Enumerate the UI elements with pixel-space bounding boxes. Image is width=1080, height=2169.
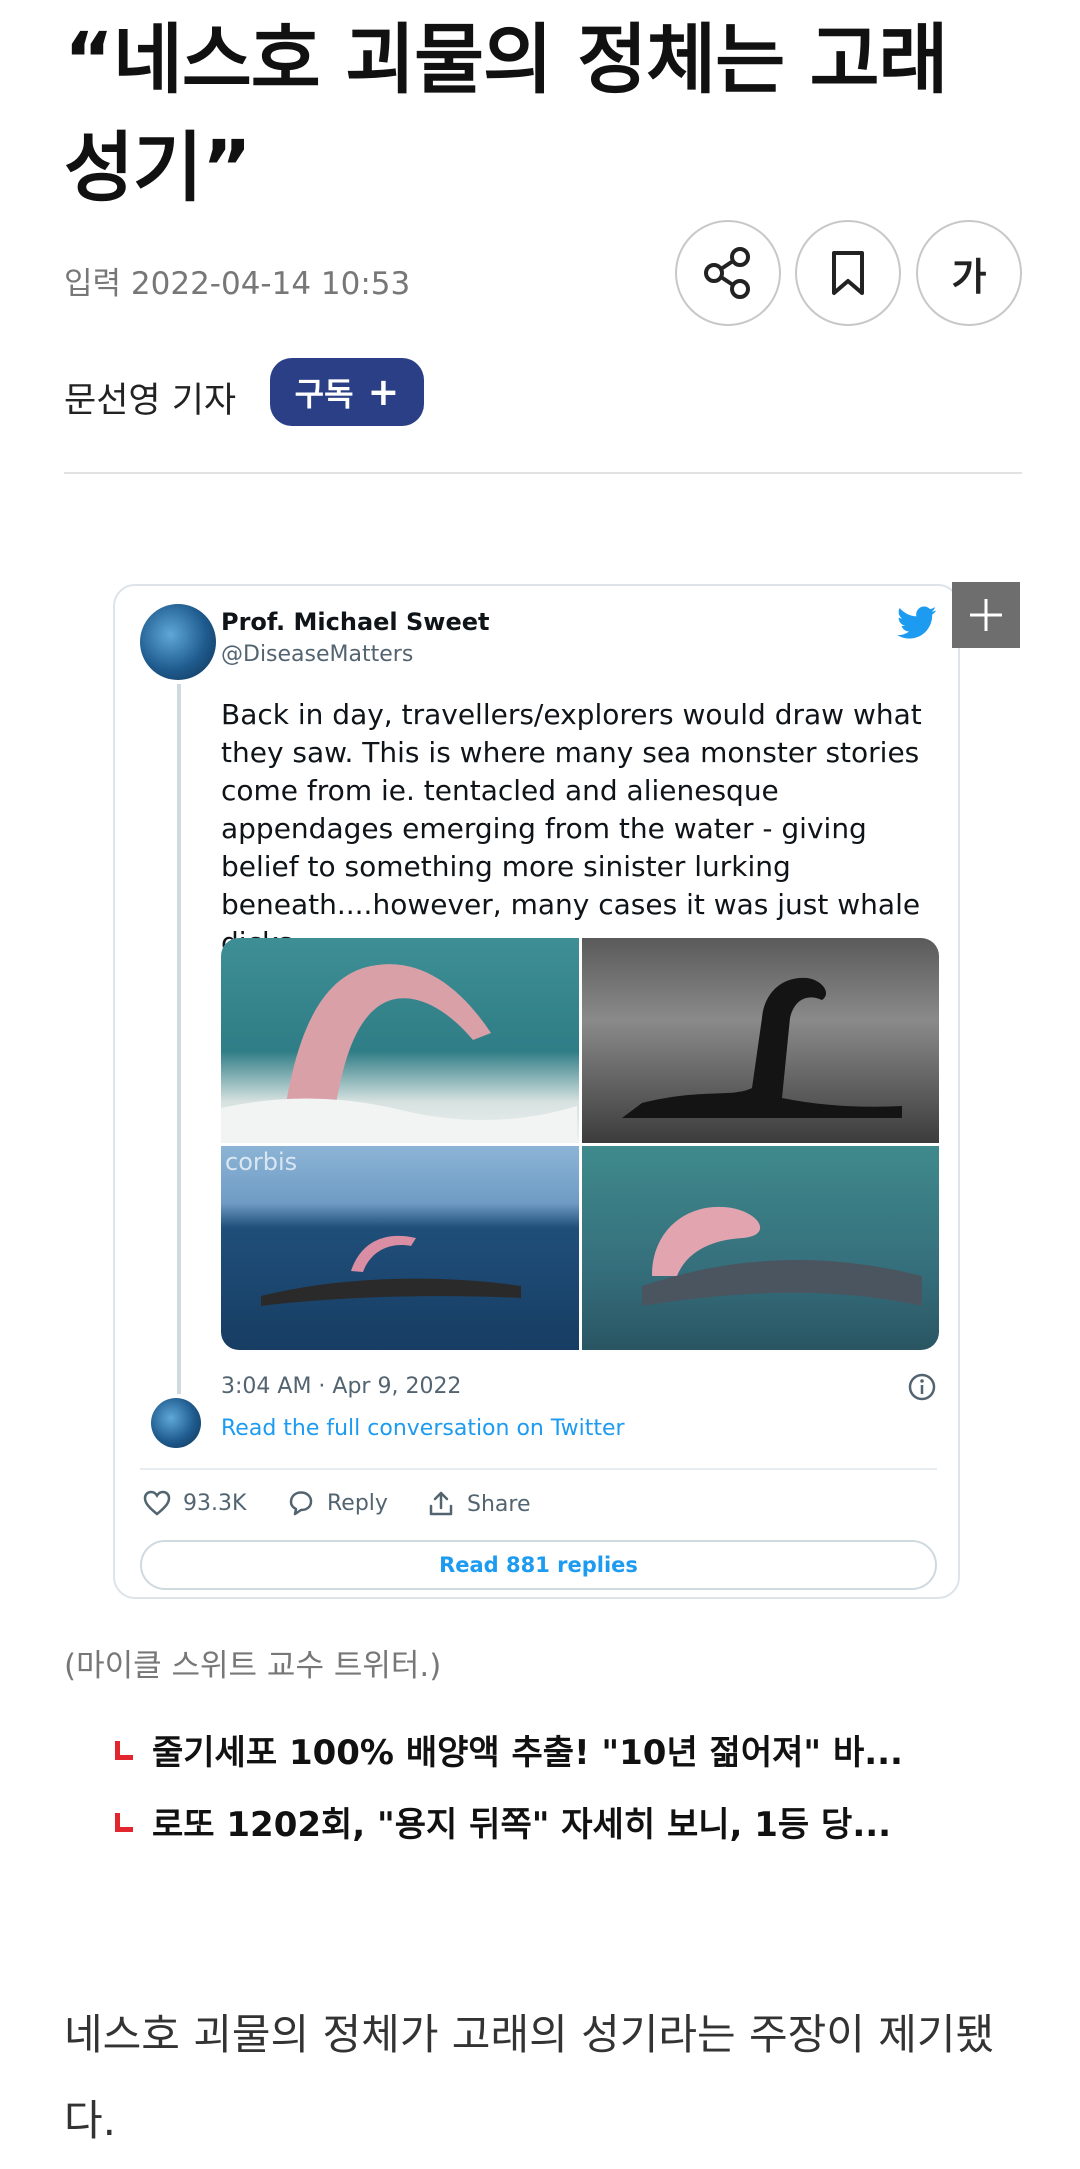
tweet-photo-4[interactable] — [581, 1145, 939, 1350]
subscribe-label: 구독 — [294, 375, 354, 413]
share-button[interactable] — [675, 220, 781, 326]
author-avatar[interactable] — [140, 604, 216, 680]
header-divider — [64, 472, 1022, 474]
reporter-name[interactable]: 문선영 기자 — [64, 372, 236, 423]
reply-action[interactable]: Reply — [287, 1490, 388, 1516]
image-caption: (마이클 스위트 교수 트위터.) — [64, 1648, 442, 1684]
article-body-paragraph: 네스호 괴물의 정체가 고래의 성기라는 주장이 제기됐다. — [64, 2010, 995, 2145]
embedded-tweet[interactable]: Prof. Michael Sweet @DiseaseMatters Back… — [113, 584, 960, 1599]
upload-icon — [429, 1491, 453, 1516]
related-article-link[interactable]: 줄기세포 100% 배양액 추출! "10년 젊어져" 바... — [112, 1725, 992, 1774]
read-replies-button[interactable]: Read 881 replies — [140, 1540, 937, 1590]
bullet-icon — [112, 1735, 152, 1765]
tweet-photo-1[interactable] — [221, 938, 579, 1143]
twitter-bird-icon[interactable] — [897, 606, 937, 640]
tweet-photo-3[interactable]: corbis — [221, 1145, 579, 1350]
related-article-link[interactable]: 로또 1202회, "용지 뒤쪽" 자세히 보니, 1등 당... — [112, 1797, 992, 1846]
tweet-text: Back in day, travellers/explorers would … — [221, 698, 922, 959]
whale-image-4 — [641, 1206, 922, 1306]
photo-watermark: corbis — [225, 1147, 298, 1176]
like-count: 93.3K — [183, 1490, 247, 1516]
tweet-timestamp[interactable]: 3:04 AM · Apr 9, 2022 — [221, 1374, 461, 1399]
tweet-share-action[interactable]: Share — [427, 1490, 531, 1518]
thread-line — [177, 684, 181, 1394]
related-article-title: 로또 1202회, "용지 뒤쪽" 자세히 보니, 1등 당... — [152, 1805, 892, 1845]
whale-image-1 — [221, 964, 577, 1143]
plus-icon: + — [367, 370, 400, 414]
related-article-title: 줄기세포 100% 배양액 추출! "10년 젊어져" 바... — [152, 1733, 903, 1773]
share-icon — [704, 247, 750, 299]
info-icon[interactable] — [907, 1372, 937, 1402]
heart-icon — [143, 1490, 171, 1516]
article-headline: “네스호 괴물의 정체는 고래 성기” — [64, 15, 948, 212]
whale-image-3 — [261, 1235, 521, 1306]
tweet-photo-2[interactable] — [581, 938, 939, 1143]
expand-embed-button[interactable] — [952, 582, 1020, 648]
subscribe-button[interactable]: 구독 + — [270, 358, 424, 426]
bookmark-button[interactable] — [795, 220, 901, 326]
read-conversation-link[interactable]: Read the full conversation on Twitter — [221, 1416, 625, 1441]
plus-icon — [970, 599, 1002, 631]
tweet-divider — [140, 1468, 937, 1470]
bullet-icon — [112, 1807, 152, 1837]
reply-avatar — [151, 1398, 201, 1448]
speech-bubble-icon — [289, 1491, 313, 1516]
article-page: “네스호 괴물의 정체는 고래 성기” 입력 2022-04-14 10:53 … — [0, 0, 1080, 2169]
bookmark-icon — [832, 251, 864, 295]
publish-date: 입력 2022-04-14 10:53 — [64, 266, 411, 302]
tweet-photo-grid[interactable]: corbis — [221, 938, 939, 1350]
tweet-author-name[interactable]: Prof. Michael Sweet — [221, 608, 489, 636]
tweet-author-handle[interactable]: @DiseaseMatters — [221, 642, 413, 667]
loch-ness-image — [621, 977, 902, 1118]
share-label: Share — [467, 1491, 531, 1517]
like-action[interactable]: 93.3K — [143, 1490, 246, 1516]
reply-label: Reply — [327, 1490, 388, 1516]
font-size-button[interactable]: 가 — [916, 220, 1022, 326]
